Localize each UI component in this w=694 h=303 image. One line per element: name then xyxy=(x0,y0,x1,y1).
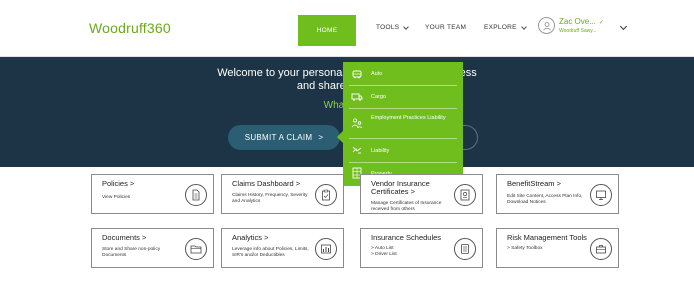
card-claims-dashboard[interactable]: Claims Dashboard > Claims History, Frequ… xyxy=(221,174,344,214)
card-title: Policies > xyxy=(102,179,135,188)
card-policies[interactable]: Policies > View Policies xyxy=(91,174,214,214)
card-vendor-insurance-certificates[interactable]: Vendor Insurance Certificates > Manage C… xyxy=(360,174,483,214)
menu-divider xyxy=(349,85,457,86)
list-icon xyxy=(454,238,476,260)
card-description: Leverage info about Policies, Limits, SI… xyxy=(232,247,309,258)
card-title: BenefitStream > xyxy=(507,179,561,188)
submit-claim-label: SUBMIT A CLAIM xyxy=(244,133,313,142)
card-description: Manage Certificates of Insurance receive… xyxy=(371,201,442,212)
menu-divider xyxy=(349,138,457,139)
card-title: Documents > xyxy=(102,233,147,242)
menu-item-employment-practices-liability[interactable]: Employment Practices Liability xyxy=(343,113,463,133)
card-description: Claims History, Frequency, Severity and … xyxy=(232,193,308,204)
menu-item-label: Employment Practices Liability xyxy=(371,115,446,121)
menu-item-cargo[interactable]: Cargo xyxy=(343,91,463,103)
menu-item-auto[interactable]: Auto xyxy=(343,68,463,80)
folder-icon xyxy=(185,238,207,260)
tools-dropdown-menu: Auto Cargo Employment Practices Liabilit… xyxy=(337,62,463,186)
user-name[interactable]: Zac Ove... ✓ xyxy=(559,17,604,26)
certificate-icon xyxy=(454,184,476,206)
nav-explore[interactable]: EXPLORE xyxy=(484,23,527,31)
app-logo[interactable]: Woodruff360 xyxy=(89,20,171,36)
user-name-text: Zac Ove... xyxy=(559,17,596,26)
card-link-safety-toolbox[interactable]: > Safety Toolbox xyxy=(507,246,597,252)
card-title: Vendor Insurance Certificates > xyxy=(371,179,430,196)
truck-icon xyxy=(351,91,363,103)
card-title: Analytics > xyxy=(232,233,269,242)
menu-item-label: Auto xyxy=(371,71,383,77)
menu-item-label: Liability xyxy=(371,148,390,154)
nav-tools[interactable]: TOOLS xyxy=(376,23,410,31)
card-documents[interactable]: Documents > Store and Share non-policy D… xyxy=(91,228,214,268)
user-icon xyxy=(542,21,551,30)
user-company: Woodruff Sawy... xyxy=(559,28,597,34)
car-icon xyxy=(351,68,363,80)
document-icon xyxy=(185,184,207,206)
menu-item-liability[interactable]: Liability xyxy=(343,144,463,156)
nav-home[interactable]: HOME xyxy=(298,15,356,46)
verified-icon: ✓ xyxy=(598,20,604,26)
nav-explore-label: EXPLORE xyxy=(484,24,517,31)
chevron-down-icon xyxy=(403,23,410,30)
monitor-icon xyxy=(590,184,612,206)
submit-claim-arrow: > xyxy=(318,133,324,142)
card-risk-management-tools[interactable]: Risk Management Tools > Safety Toolbox xyxy=(496,228,619,268)
nav-your-team-label: YOUR TEAM xyxy=(425,24,467,31)
chevron-down-icon xyxy=(520,23,527,30)
nav-tools-label: TOOLS xyxy=(376,24,400,31)
submit-claim-button[interactable]: SUBMIT A CLAIM > xyxy=(228,125,340,150)
card-description: View Policies xyxy=(102,195,131,200)
menu-item-label: Cargo xyxy=(371,94,386,100)
card-title: Insurance Schedules xyxy=(371,233,442,242)
card-analytics[interactable]: Analytics > Leverage info about Policies… xyxy=(221,228,344,268)
card-insurance-schedules[interactable]: Insurance Schedules > Auto List > Driver… xyxy=(360,228,483,268)
toolbox-icon xyxy=(590,238,612,260)
card-benefitstream[interactable]: BenefitStream > Edit Site Content, Acces… xyxy=(496,174,619,214)
hand-icon xyxy=(351,144,363,156)
menu-divider xyxy=(349,162,457,163)
card-description: Edit Site Content, Access Plan Info, Dow… xyxy=(507,194,583,205)
user-avatar[interactable] xyxy=(538,17,555,34)
card-description: Store and Share non-policy Documents xyxy=(102,247,161,258)
card-title: Claims Dashboard > xyxy=(232,179,301,188)
people-icon xyxy=(351,117,363,129)
card-link-driver-list[interactable]: > Driver List xyxy=(371,252,461,258)
clipboard-icon xyxy=(315,184,337,206)
menu-divider xyxy=(349,108,457,109)
nav-your-team[interactable]: YOUR TEAM xyxy=(425,24,466,31)
chart-icon xyxy=(315,238,337,260)
